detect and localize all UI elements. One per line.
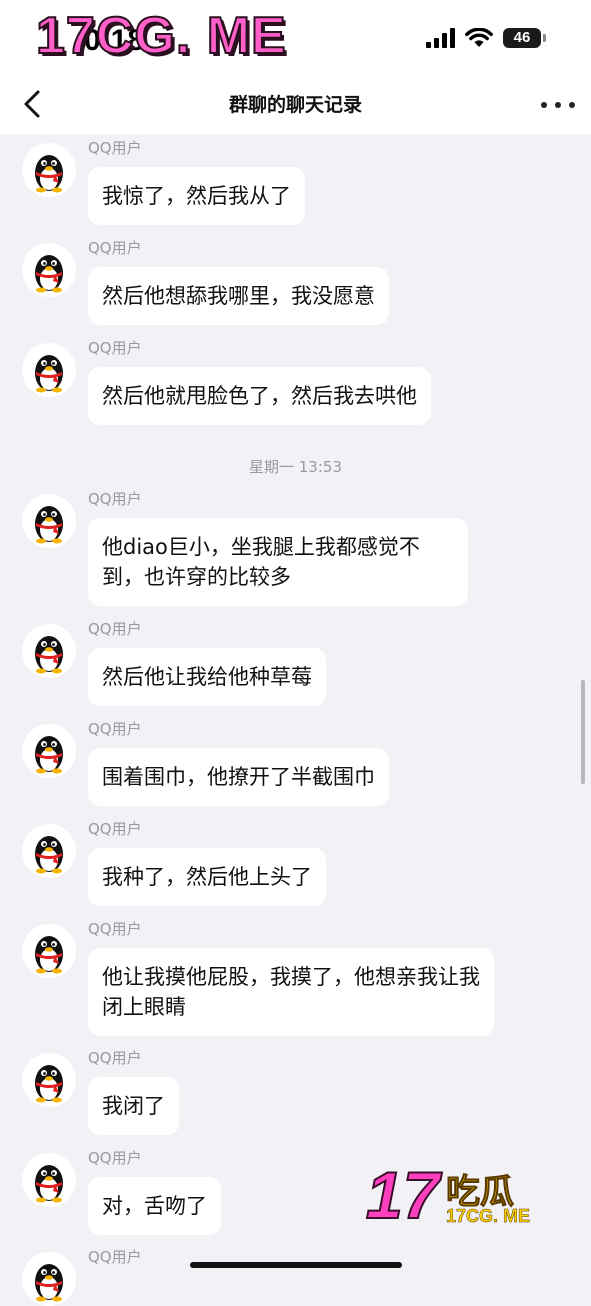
sender-name: QQ用户 xyxy=(88,1248,142,1266)
sender-name: QQ用户 xyxy=(88,239,142,257)
avatar[interactable] xyxy=(22,1252,76,1306)
message-bubble[interactable]: 然后他让我给他种草莓 xyxy=(88,648,326,706)
qq-penguin-icon xyxy=(35,155,63,193)
message-bubble[interactable]: 然后他就甩脸色了，然后我去哄他 xyxy=(88,367,431,425)
message-bubble[interactable]: 他diao巨小，坐我腿上我都感觉不到，也许穿的比较多 xyxy=(88,518,468,606)
more-options-button[interactable] xyxy=(541,88,575,122)
message-bubble[interactable]: 对，舌吻了 xyxy=(88,1177,221,1235)
sender-name: QQ用户 xyxy=(88,339,142,357)
watermark-corner: 17 吃瓜 17CG. ME xyxy=(365,1158,566,1240)
sender-name: QQ用户 xyxy=(88,1149,142,1167)
chat-timestamp: 星期一 13:53 xyxy=(249,458,342,476)
more-dot-icon xyxy=(569,102,575,108)
watermark-number: 17 xyxy=(365,1158,440,1232)
battery-indicator: 46 xyxy=(503,28,546,48)
avatar[interactable] xyxy=(22,494,76,548)
message-bubble[interactable]: 我种了，然后他上头了 xyxy=(88,848,326,906)
sender-name: QQ用户 xyxy=(88,490,142,508)
message-bubble[interactable]: 围着围巾，他撩开了半截围巾 xyxy=(88,748,389,806)
avatar[interactable] xyxy=(22,824,76,878)
qq-penguin-icon xyxy=(35,506,63,544)
avatar[interactable] xyxy=(22,243,76,297)
qq-penguin-icon xyxy=(35,736,63,774)
avatar[interactable] xyxy=(22,1153,76,1207)
avatar[interactable] xyxy=(22,924,76,978)
message-bubble[interactable]: 然后他想舔我哪里，我没愿意 xyxy=(88,267,389,325)
avatar[interactable] xyxy=(22,624,76,678)
qq-penguin-icon xyxy=(35,636,63,674)
avatar[interactable] xyxy=(22,1053,76,1107)
sender-name: QQ用户 xyxy=(88,1049,142,1067)
qq-penguin-icon xyxy=(35,836,63,874)
qq-penguin-icon xyxy=(35,936,63,974)
status-bar: 0:18 17CG. ME 46 xyxy=(0,0,591,76)
qq-penguin-icon xyxy=(35,1165,63,1203)
avatar[interactable] xyxy=(22,143,76,197)
avatar[interactable] xyxy=(22,343,76,397)
qq-penguin-icon xyxy=(35,1264,63,1302)
sender-name: QQ用户 xyxy=(88,139,142,157)
qq-penguin-icon xyxy=(35,355,63,393)
avatar[interactable] xyxy=(22,724,76,778)
sender-name: QQ用户 xyxy=(88,920,142,938)
sender-name: QQ用户 xyxy=(88,720,142,738)
sender-name: QQ用户 xyxy=(88,620,142,638)
more-dot-icon xyxy=(555,102,561,108)
qq-penguin-icon xyxy=(35,255,63,293)
watermark-url: 17CG. ME xyxy=(446,1206,531,1227)
more-dot-icon xyxy=(541,102,547,108)
wifi-icon xyxy=(465,28,493,47)
message-bubble[interactable]: 我闭了 xyxy=(88,1077,179,1135)
scrollbar[interactable] xyxy=(581,680,585,784)
nav-bar: 群聊的聊天记录 xyxy=(0,76,591,134)
cellular-signal-icon xyxy=(426,28,455,48)
message-bubble[interactable]: 我惊了，然后我从了 xyxy=(88,167,305,225)
message-bubble[interactable]: 他让我摸他屁股，我摸了，他想亲我让我闭上眼睛 xyxy=(88,948,494,1036)
sender-name: QQ用户 xyxy=(88,820,142,838)
qq-penguin-icon xyxy=(35,1065,63,1103)
status-icons: 46 xyxy=(426,28,546,48)
page-title: 群聊的聊天记录 xyxy=(228,94,362,116)
home-indicator[interactable] xyxy=(190,1262,402,1268)
watermark-logo: 17CG. ME xyxy=(35,6,287,66)
